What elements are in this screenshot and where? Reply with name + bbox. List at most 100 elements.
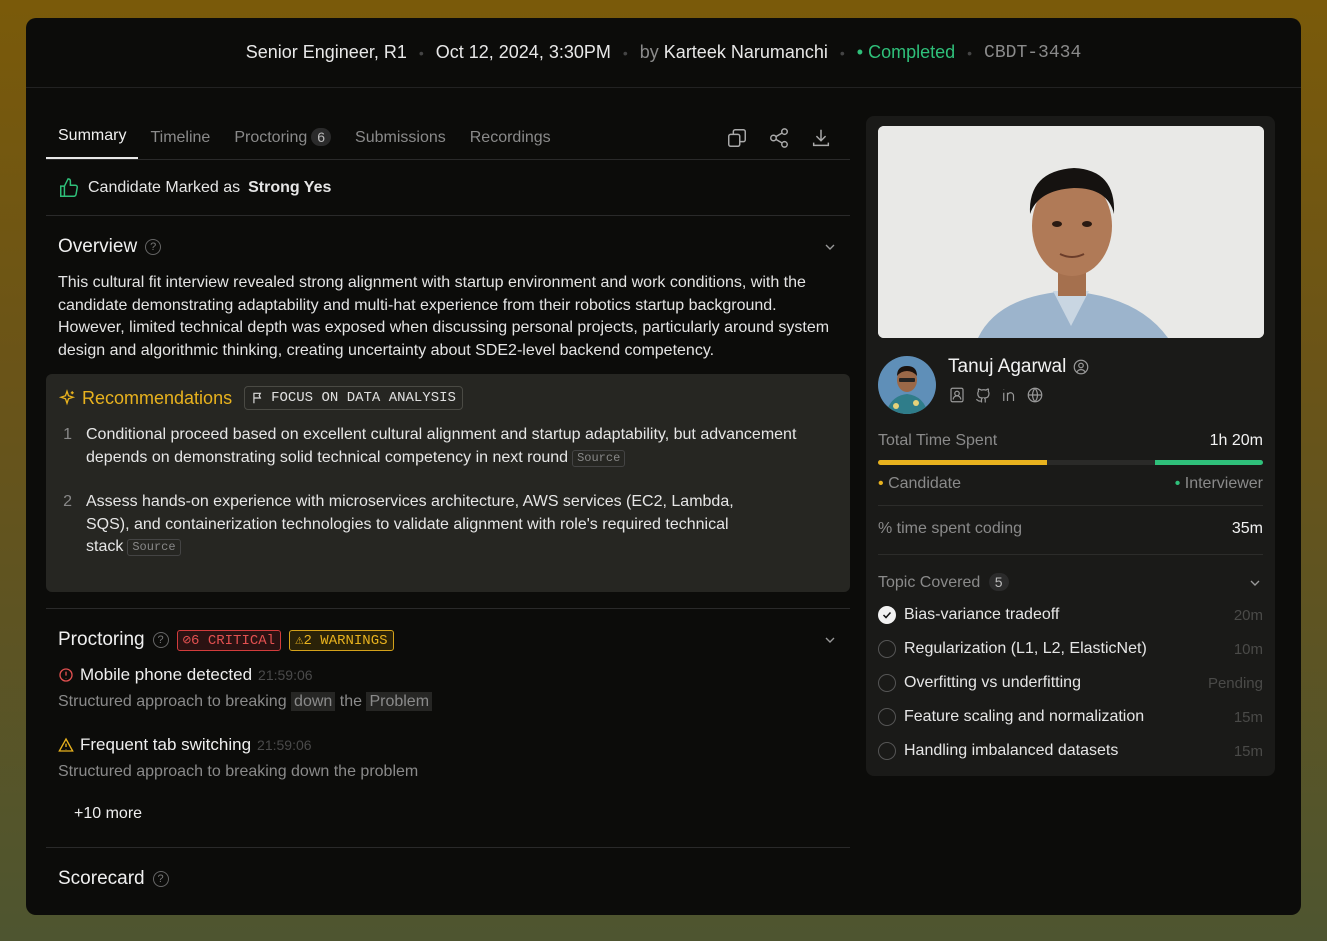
topic-item[interactable]: Handling imbalanced datasets 15m xyxy=(878,734,1263,768)
topics-header[interactable]: Topic Covered 5 xyxy=(878,573,1263,592)
topic-item[interactable]: Overfitting vs underfitting Pending xyxy=(878,666,1263,700)
topic-item[interactable]: Feature scaling and normalization 15m xyxy=(878,700,1263,734)
scorecard-header[interactable]: Scorecard? xyxy=(46,848,850,890)
avatar xyxy=(878,356,936,414)
overview-section: Overview? This cultural fit interview re… xyxy=(46,216,850,592)
empty-circle-icon[interactable] xyxy=(878,742,896,760)
check-circle-icon[interactable] xyxy=(878,606,896,624)
rec-text: Assess hands-on experience with microser… xyxy=(86,493,734,555)
status-text: Completed xyxy=(868,42,956,62)
recommendation-item: 1 Conditional proceed based on excellent… xyxy=(58,424,838,469)
user-circle-icon[interactable] xyxy=(1072,358,1090,376)
event-desc-text: Structured approach to breaking xyxy=(58,693,287,710)
copy-icon[interactable] xyxy=(726,127,748,149)
interviewer-name[interactable]: Karteek Narumanchi xyxy=(664,42,828,62)
source-link[interactable]: Source xyxy=(572,449,626,467)
warnings-count: 2 WARNINGS xyxy=(303,632,388,649)
topic-name: Bias-variance tradeoff xyxy=(904,606,1060,623)
empty-circle-icon[interactable] xyxy=(878,674,896,692)
tab-proctoring[interactable]: Proctoring 6 xyxy=(222,128,343,159)
overview-header[interactable]: Overview? xyxy=(46,236,850,258)
time-split-bar xyxy=(878,460,1263,465)
focus-chip[interactable]: FOCUS ON DATA ANALYSIS xyxy=(244,386,463,410)
tab-summary[interactable]: Summary xyxy=(46,127,139,159)
interviewer-bar-segment xyxy=(1155,460,1263,465)
topic-name: Regularization (L1, L2, ElasticNet) xyxy=(904,640,1147,657)
topics-label-wrap: Topic Covered 5 xyxy=(878,573,1009,592)
role-title: Senior Engineer, R1 xyxy=(245,42,407,62)
verdict-value: Strong Yes xyxy=(248,178,332,196)
candidate-bar-segment xyxy=(878,460,1048,465)
proctoring-header[interactable]: Proctoring ? ⊘6 CRITICAl ⚠2 WARNINGS xyxy=(46,629,850,651)
critical-count: 6 CRITICAl xyxy=(191,632,276,649)
help-icon[interactable]: ? xyxy=(152,871,169,887)
topic-name: Overfitting vs underfitting xyxy=(904,674,1081,691)
recommendation-item: 2 Assess hands-on experience with micros… xyxy=(58,491,838,559)
candidate-panel: Tanuj Agarwal Total Time Spent 1h 20m • … xyxy=(866,116,1275,776)
event-title: Frequent tab switching xyxy=(80,735,252,754)
verdict-prefix: Candidate Marked as xyxy=(88,178,241,196)
candidate-legend: • Candidate xyxy=(878,475,962,492)
tab-proctoring-label: Proctoring xyxy=(234,129,308,146)
event-desc-highlight: Problem xyxy=(366,692,433,711)
warnings-badge: ⚠2 WARNINGS xyxy=(289,629,394,651)
tab-actions xyxy=(726,127,832,149)
chevron-down-icon[interactable] xyxy=(1247,575,1263,591)
thumbs-up-icon xyxy=(60,177,78,197)
interviewer-info: by Karteek Narumanchi xyxy=(640,42,828,63)
resume-icon[interactable] xyxy=(948,386,966,404)
tab-recordings[interactable]: Recordings xyxy=(458,129,563,159)
event-description: Structured approach to breaking down the… xyxy=(58,692,838,711)
proctoring-event: Mobile phone detected 21:59:06 Structure… xyxy=(46,665,850,711)
recommendations-header: Recommendations FOCUS ON DATA ANALYSIS xyxy=(58,386,838,410)
flag-icon xyxy=(253,392,262,404)
sparkle-icon xyxy=(58,389,76,406)
proctoring-count-badge: 6 xyxy=(311,128,332,146)
source-link[interactable]: Source xyxy=(127,539,181,556)
candidate-photo xyxy=(878,126,1264,338)
event-desc-text: the xyxy=(339,693,362,710)
tab-timeline[interactable]: Timeline xyxy=(138,129,222,159)
time-value: 1h 20m xyxy=(1209,432,1263,449)
show-more-button[interactable]: +10 more xyxy=(46,805,850,823)
help-icon[interactable]: ? xyxy=(152,632,169,648)
focus-label: FOCUS ON DATA ANALYSIS xyxy=(271,390,456,406)
header-bar: Senior Engineer, R1 • Oct 12, 2024, 3:30… xyxy=(26,18,1301,88)
share-icon[interactable] xyxy=(768,127,790,149)
separator-dot: • xyxy=(622,44,628,61)
github-icon[interactable] xyxy=(974,386,992,404)
tab-submissions[interactable]: Submissions xyxy=(343,129,458,159)
event-desc-highlight: down xyxy=(291,692,336,711)
recommendations-card: Recommendations FOCUS ON DATA ANALYSIS 1… xyxy=(46,374,850,592)
coding-label: % time spent coding xyxy=(878,520,1023,537)
chevron-down-icon[interactable] xyxy=(822,239,838,255)
rec-number: 1 xyxy=(63,426,72,443)
download-icon[interactable] xyxy=(810,127,832,149)
left-panel: Summary Timeline Proctoring 6 Submissions… xyxy=(46,118,850,890)
time-spent: Total Time Spent 1h 20m • Candidate • In… xyxy=(878,432,1263,493)
topic-time: 10m xyxy=(1233,640,1263,658)
help-icon[interactable]: ? xyxy=(145,239,162,255)
empty-circle-icon[interactable] xyxy=(878,640,896,658)
divider xyxy=(878,505,1263,506)
event-description: Structured approach to breaking down the… xyxy=(58,763,419,780)
ticket-id[interactable]: CBDT-3434 xyxy=(984,43,1081,63)
topic-time: 15m xyxy=(1233,742,1263,760)
globe-icon[interactable] xyxy=(1026,386,1044,404)
topic-time: 20m xyxy=(1233,606,1263,624)
linkedin-icon[interactable] xyxy=(1000,386,1018,404)
by-label: by xyxy=(639,42,659,62)
candidate-video[interactable] xyxy=(878,126,1264,338)
candidate-name: Tanuj Agarwal xyxy=(948,356,1067,377)
empty-circle-icon[interactable] xyxy=(878,708,896,726)
critical-badge: ⊘6 CRITICAl xyxy=(176,629,282,651)
chevron-down-icon[interactable] xyxy=(822,632,838,648)
divider xyxy=(878,554,1263,555)
event-time: 21:59:06 xyxy=(258,667,313,683)
topic-item[interactable]: Bias-variance tradeoff 20m xyxy=(878,598,1263,632)
topic-time: Pending xyxy=(1207,674,1263,692)
separator-dot: • xyxy=(967,44,973,61)
scorecard-title: Scorecard xyxy=(58,868,145,889)
topic-item[interactable]: Regularization (L1, L2, ElasticNet) 10m xyxy=(878,632,1263,666)
interviewer-legend: • Interviewer xyxy=(1174,475,1263,492)
